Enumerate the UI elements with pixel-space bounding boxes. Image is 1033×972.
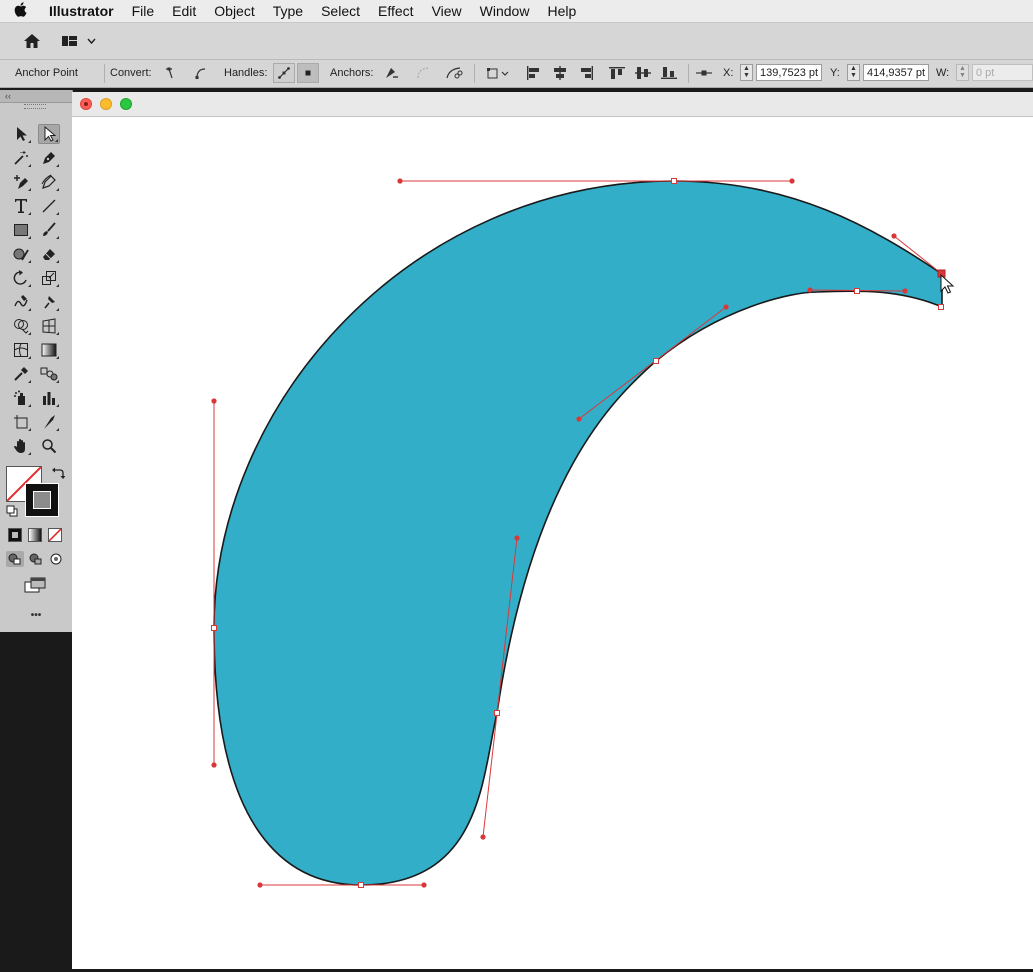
tools-panel: ‹‹ ••• (0, 90, 73, 632)
eyedropper-tool-icon[interactable] (10, 364, 32, 384)
menu-view[interactable]: View (423, 3, 471, 19)
symbol-sprayer-tool-icon[interactable] (10, 388, 32, 408)
x-label: X: (723, 67, 734, 79)
menu-object[interactable]: Object (205, 3, 263, 19)
menu-window[interactable]: Window (471, 3, 539, 19)
y-stepper[interactable]: ▲ ▼ (847, 64, 860, 81)
handles-label: Handles: (224, 67, 268, 79)
close-icon[interactable] (80, 98, 92, 110)
apple-icon[interactable] (0, 2, 40, 20)
y-label: Y: (830, 67, 840, 79)
align-right-icon[interactable] (576, 64, 596, 82)
x-field[interactable]: 139,7523 pt (756, 64, 822, 81)
reference-point-icon[interactable] (694, 64, 714, 82)
application-bar (0, 23, 1033, 60)
minimize-icon[interactable] (100, 98, 112, 110)
w-field[interactable]: 0 pt (972, 64, 1033, 81)
control-bar: Anchor Point Convert: Handles: Anchors: (0, 60, 1033, 88)
shaper-tool-icon[interactable] (10, 244, 32, 264)
anchors-label: Anchors: (330, 67, 374, 79)
stroke-swatch[interactable] (25, 483, 59, 517)
y-field[interactable]: 414,9357 pt (863, 64, 929, 81)
curvature-tool-icon[interactable] (38, 172, 60, 192)
eraser-tool-icon[interactable] (38, 244, 60, 264)
document-titlebar (72, 92, 1033, 117)
direct-selection-tool-icon[interactable] (38, 124, 60, 144)
rotate-tool-icon[interactable] (10, 268, 32, 288)
home-icon[interactable] (20, 30, 44, 52)
cut-path-icon[interactable] (444, 64, 464, 82)
color-mode-icon[interactable] (8, 528, 22, 542)
magic-wand-tool-icon[interactable] (10, 148, 32, 168)
blend-tool-icon[interactable] (38, 364, 60, 384)
gradient-tool-icon[interactable] (38, 340, 60, 360)
align-horizontal-center-icon[interactable] (550, 64, 570, 82)
type-tool-icon[interactable] (10, 196, 32, 216)
artwork[interactable] (72, 117, 1033, 969)
x-stepper[interactable]: ▲ ▼ (740, 64, 753, 81)
none-mode-icon[interactable] (48, 528, 62, 542)
convert-to-corner-icon[interactable] (160, 64, 180, 82)
align-to-selection-icon[interactable] (485, 64, 511, 82)
selection-type-label: Anchor Point (15, 67, 78, 79)
paintbrush-tool-icon[interactable] (38, 220, 60, 240)
gradient-mode-icon[interactable] (28, 528, 42, 542)
artboard-tool-icon[interactable] (10, 412, 32, 432)
add-anchor-point-tool-icon[interactable] (10, 172, 32, 192)
artboard-canvas[interactable] (72, 117, 1033, 969)
menu-select[interactable]: Select (312, 3, 369, 19)
screen-mode-icon[interactable] (24, 576, 48, 594)
draw-behind-icon[interactable] (27, 551, 45, 567)
align-vertical-center-icon[interactable] (633, 64, 653, 82)
puppet-warp-tool-icon[interactable] (38, 292, 60, 312)
pen-tool-icon[interactable] (38, 148, 60, 168)
align-left-icon[interactable] (524, 64, 544, 82)
mesh-tool-icon[interactable] (10, 340, 32, 360)
perspective-grid-tool-icon[interactable] (38, 316, 60, 336)
menu-help[interactable]: Help (538, 3, 585, 19)
workspace-switcher-icon[interactable] (60, 30, 98, 52)
hand-tool-icon[interactable] (10, 436, 32, 456)
menu-file[interactable]: File (123, 3, 164, 19)
warp-tool-icon[interactable] (10, 292, 32, 312)
draw-inside-icon[interactable] (47, 551, 65, 567)
align-bottom-icon[interactable] (659, 64, 679, 82)
convert-label: Convert: (110, 67, 152, 79)
menu-effect[interactable]: Effect (369, 3, 423, 19)
menu-bar: Illustrator File Edit Object Type Select… (0, 0, 1033, 23)
w-stepper[interactable]: ▲ ▼ (956, 64, 969, 81)
menu-edit[interactable]: Edit (163, 3, 205, 19)
slice-tool-icon[interactable] (38, 412, 60, 432)
menu-app-name[interactable]: Illustrator (40, 3, 123, 19)
zoom-tool-icon[interactable] (38, 436, 60, 456)
show-handles-icon[interactable] (273, 63, 295, 83)
zoom-window-icon[interactable] (120, 98, 132, 110)
menu-type[interactable]: Type (264, 3, 312, 19)
edit-toolbar-icon[interactable]: ••• (0, 610, 72, 621)
align-top-icon[interactable] (607, 64, 627, 82)
swap-fill-stroke-icon[interactable] (51, 466, 66, 480)
crescent-shape[interactable] (213, 180, 943, 886)
hide-handles-icon[interactable] (297, 63, 319, 83)
connect-anchors-icon[interactable] (413, 64, 433, 82)
document-window (72, 92, 1033, 969)
column-graph-tool-icon[interactable] (38, 388, 60, 408)
default-fill-stroke-icon[interactable] (6, 505, 18, 517)
rectangle-tool-icon[interactable] (10, 220, 32, 240)
shape-builder-tool-icon[interactable] (10, 316, 32, 336)
convert-to-smooth-icon[interactable] (190, 64, 210, 82)
selection-tool-icon[interactable] (10, 124, 32, 144)
w-label: W: (936, 67, 950, 79)
line-segment-tool-icon[interactable] (38, 196, 60, 216)
remove-anchor-icon[interactable] (381, 64, 401, 82)
draw-normal-icon[interactable] (6, 551, 24, 567)
scale-tool-icon[interactable] (38, 268, 60, 288)
tools-panel-collapse[interactable]: ‹‹ (0, 90, 72, 103)
